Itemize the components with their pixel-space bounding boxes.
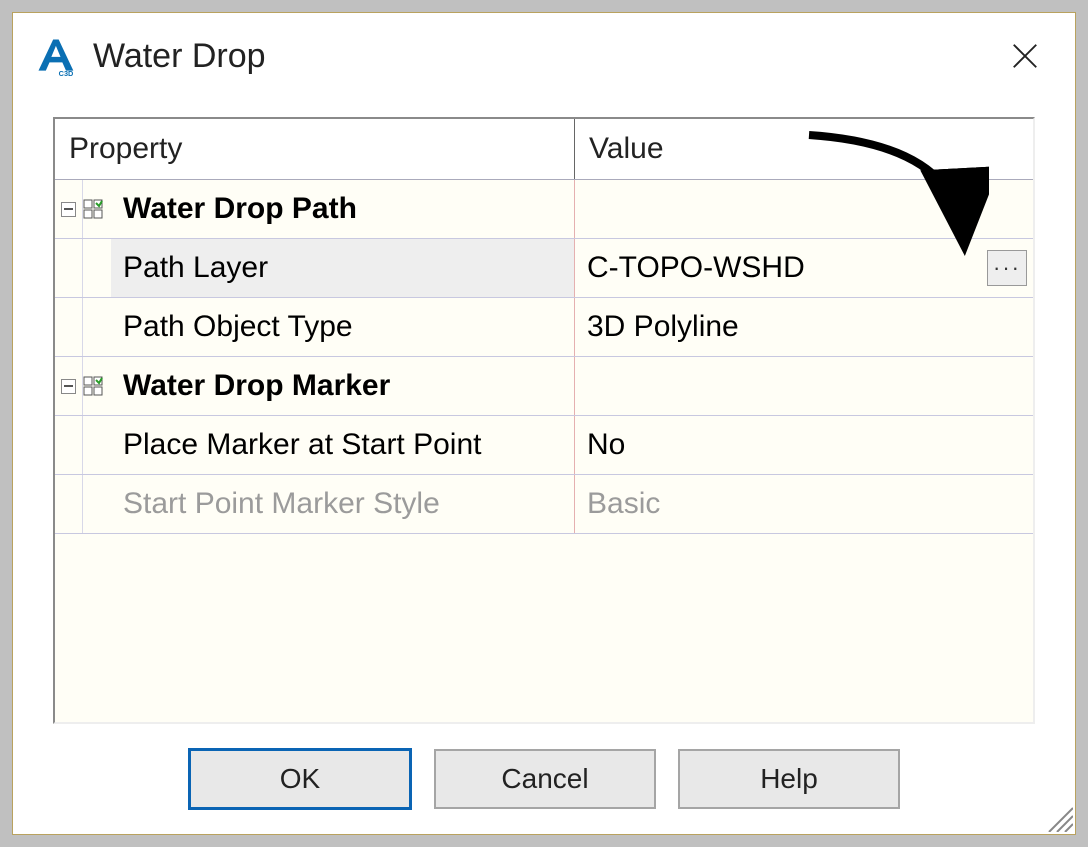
browse-button[interactable]: ··· <box>987 250 1027 286</box>
header-value[interactable]: Value <box>575 119 1033 179</box>
category-icon <box>83 193 103 213</box>
property-value[interactable]: 3D Polyline <box>587 310 739 344</box>
close-icon <box>1010 41 1040 71</box>
grid-header: Property Value <box>55 119 1033 180</box>
group-label: Water Drop Marker <box>111 357 574 415</box>
ellipsis-icon: ··· <box>993 255 1021 281</box>
row-path-layer[interactable]: Path Layer C-TOPO-WSHD ··· <box>55 239 1033 298</box>
group-water-drop-path[interactable]: Water Drop Path <box>55 180 1033 239</box>
help-button[interactable]: Help <box>678 749 900 809</box>
property-grid: Property Value <box>53 117 1035 724</box>
property-label: Place Marker at Start Point <box>111 416 574 474</box>
group-label: Water Drop Path <box>111 180 574 238</box>
row-start-point-marker-style: Start Point Marker Style Basic <box>55 475 1033 534</box>
category-icon <box>83 370 103 390</box>
button-bar: OK Cancel Help <box>53 724 1035 834</box>
grid-body: Water Drop Path Path Layer C-TOPO-WSHD <box>55 180 1033 534</box>
collapse-icon[interactable] <box>61 202 76 217</box>
cancel-button[interactable]: Cancel <box>434 749 656 809</box>
resize-grip[interactable] <box>1043 802 1073 832</box>
svg-text:C3D: C3D <box>59 69 74 78</box>
row-path-object-type[interactable]: Path Object Type 3D Polyline <box>55 298 1033 357</box>
dialog-title: Water Drop <box>93 37 995 76</box>
row-place-marker[interactable]: Place Marker at Start Point No <box>55 416 1033 475</box>
water-drop-dialog: C3D Water Drop Property Value <box>12 12 1076 835</box>
group-water-drop-marker[interactable]: Water Drop Marker <box>55 357 1033 416</box>
property-value[interactable]: C-TOPO-WSHD <box>587 251 805 285</box>
property-value: Basic <box>587 487 660 521</box>
header-property[interactable]: Property <box>55 119 575 179</box>
ok-button[interactable]: OK <box>188 748 412 810</box>
titlebar: C3D Water Drop <box>13 13 1075 99</box>
collapse-icon[interactable] <box>61 379 76 394</box>
property-label: Start Point Marker Style <box>111 475 574 533</box>
property-label: Path Layer <box>111 239 574 297</box>
property-value[interactable]: No <box>587 428 625 462</box>
close-button[interactable] <box>995 26 1055 86</box>
app-icon: C3D <box>31 32 79 80</box>
property-label: Path Object Type <box>111 298 574 356</box>
